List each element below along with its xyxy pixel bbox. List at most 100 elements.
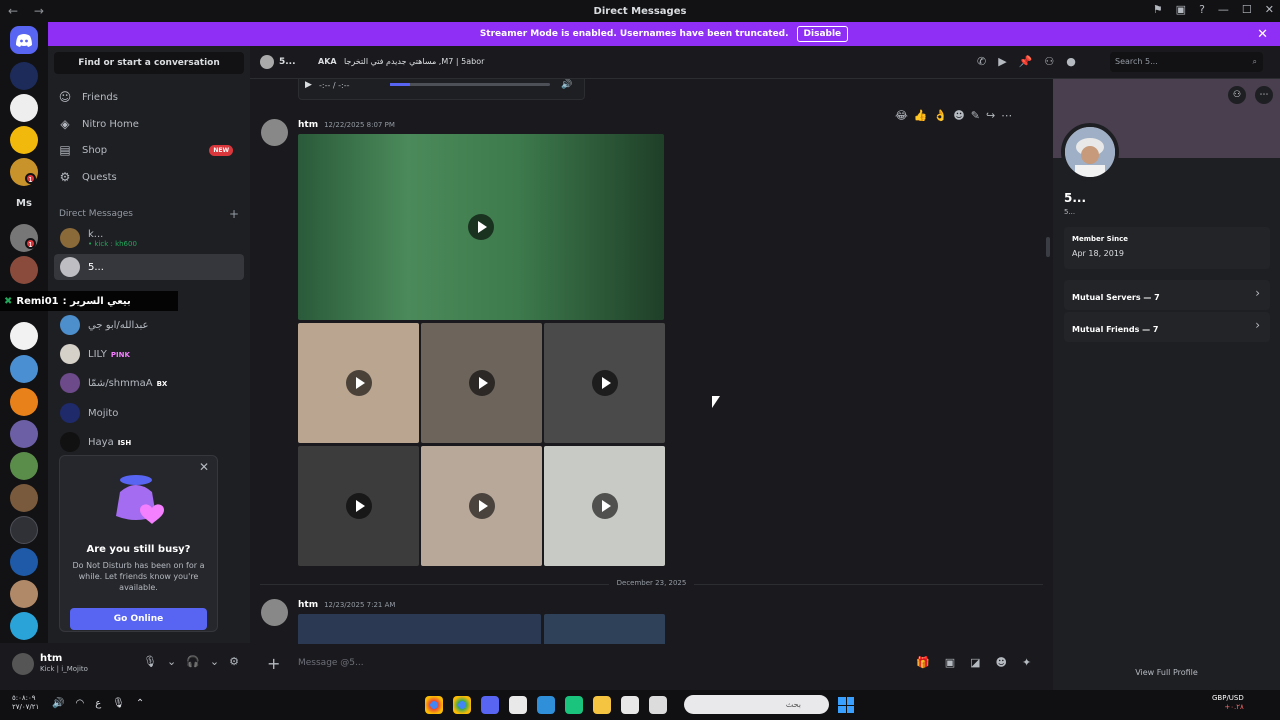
file-explorer-icon[interactable] xyxy=(593,696,611,714)
dm-item[interactable]: k... • kick : kh600 xyxy=(54,225,244,251)
help-icon[interactable]: ? xyxy=(1199,3,1205,16)
message-input[interactable]: Message @5... xyxy=(298,658,364,668)
go-online-button[interactable]: Go Online xyxy=(70,608,207,630)
dm-item[interactable]: Haya ISH xyxy=(54,429,244,455)
dm-item[interactable]: شمّا/shmmaA BX xyxy=(54,370,244,396)
close-banner-icon[interactable]: ✕ xyxy=(1257,27,1268,42)
mutual-servers-row[interactable]: Mutual Servers — 7 › xyxy=(1064,280,1270,310)
server-icon[interactable] xyxy=(10,126,38,154)
sticker-icon[interactable]: ◪ xyxy=(970,656,980,669)
add-reaction-icon[interactable]: ☻ xyxy=(953,109,964,122)
user-profile-icon[interactable]: ● xyxy=(1066,55,1076,68)
play-icon[interactable]: ▶ xyxy=(305,80,312,90)
apps-icon[interactable]: ✦ xyxy=(1022,656,1031,669)
video-attachment[interactable] xyxy=(421,446,542,566)
nav-quests[interactable]: ⚙ Quests xyxy=(58,165,117,189)
server-icon[interactable] xyxy=(10,62,38,90)
dm-item[interactable]: Mojito xyxy=(54,400,244,426)
server-icon[interactable] xyxy=(10,612,38,640)
chrome-app-icon[interactable] xyxy=(425,696,443,714)
volume-icon[interactable]: 🔊 xyxy=(52,698,64,709)
clock[interactable]: ٥:٠٨:٠٩ ٢٧/٠٧/٢١ xyxy=(12,694,39,712)
video-attachment[interactable] xyxy=(298,446,419,566)
server-icon[interactable] xyxy=(10,256,38,284)
author[interactable]: htm xyxy=(298,120,318,130)
fx-widget[interactable]: GBP/USD +٠.٢٨ xyxy=(1212,694,1244,712)
add-friends-icon[interactable]: ⚇ xyxy=(1044,55,1054,68)
pin-icon[interactable]: 📌 xyxy=(1019,55,1033,68)
reaction-icon[interactable]: 😂 xyxy=(895,109,908,122)
close-window-button[interactable]: ✕ xyxy=(1265,3,1274,16)
server-icon[interactable] xyxy=(10,388,38,416)
inbox-flag-icon[interactable]: ⚑ xyxy=(1153,3,1163,16)
app-icon[interactable] xyxy=(649,696,667,714)
server-icon[interactable] xyxy=(10,322,38,350)
more-icon[interactable]: ⋯ xyxy=(1001,109,1012,122)
more-icon[interactable]: ⋯ xyxy=(1255,86,1273,104)
video-attachment[interactable] xyxy=(298,134,664,320)
mutual-friends-row[interactable]: Mutual Friends — 7 › xyxy=(1064,312,1270,342)
forward-icon[interactable]: ↪ xyxy=(986,109,995,122)
taskbar-search[interactable]: بحث xyxy=(684,695,829,714)
attach-plus-icon[interactable]: + xyxy=(267,654,280,673)
chevron-up-icon[interactable]: ⌃ xyxy=(136,698,144,709)
headphones-icon[interactable]: 🎧 xyxy=(186,655,200,668)
app-icon[interactable] xyxy=(565,696,583,714)
server-ms[interactable]: Ms xyxy=(10,190,38,218)
nav-shop[interactable]: ▤ Shop NEW xyxy=(58,138,234,162)
server-icon[interactable] xyxy=(10,580,38,608)
gift-icon[interactable]: 🎁 xyxy=(916,656,930,669)
server-icon[interactable] xyxy=(10,484,38,512)
language-indicator[interactable]: ع xyxy=(95,698,101,709)
disable-streamer-button[interactable]: Disable xyxy=(796,26,849,42)
phone-call-icon[interactable]: ✆ xyxy=(977,55,986,68)
search-input[interactable]: Search 5... ⌕ xyxy=(1110,52,1263,72)
server-icon[interactable] xyxy=(10,452,38,480)
microphone-icon[interactable]: 🎙 xyxy=(112,698,125,709)
create-dm-icon[interactable]: + xyxy=(229,207,239,221)
emoji-icon[interactable]: ☻ xyxy=(996,656,1007,669)
dm-item[interactable]: LILY PINK xyxy=(54,341,244,367)
audio-progress[interactable] xyxy=(390,83,550,86)
chat-scrollbar[interactable] xyxy=(1046,237,1050,257)
nav-friends[interactable]: ☺ Friends xyxy=(58,85,118,109)
video-call-icon[interactable]: ▶ xyxy=(998,55,1006,68)
dm-item-selected[interactable]: 5... xyxy=(54,254,244,280)
chevron-down-icon[interactable]: ⌄ xyxy=(210,655,219,668)
server-icon[interactable] xyxy=(10,420,38,448)
profile-avatar[interactable] xyxy=(1061,123,1119,181)
video-attachment[interactable] xyxy=(421,323,542,443)
reaction-icon[interactable]: 👍 xyxy=(914,109,928,122)
wifi-icon[interactable]: ◠ xyxy=(75,698,84,709)
store-app-icon[interactable] xyxy=(621,696,639,714)
video-attachment[interactable] xyxy=(298,614,541,644)
reaction-icon[interactable]: 👌 xyxy=(934,109,948,122)
avatar[interactable] xyxy=(261,599,288,626)
microphone-icon[interactable]: 🎙 xyxy=(143,655,157,668)
minimize-button[interactable]: — xyxy=(1218,3,1229,16)
nav-nitro-home[interactable]: ◈ Nitro Home xyxy=(58,112,139,136)
close-icon[interactable]: ✕ xyxy=(199,460,209,474)
discord-home-button[interactable] xyxy=(10,26,38,54)
avatar[interactable] xyxy=(261,119,288,146)
app-icon[interactable] xyxy=(509,696,527,714)
video-attachment[interactable] xyxy=(544,323,665,443)
dm-item[interactable]: عبدالله/ابو جي xyxy=(54,312,244,338)
gif-icon[interactable]: ▣ xyxy=(945,656,955,669)
chevron-down-icon[interactable]: ⌄ xyxy=(167,655,176,668)
maximize-button[interactable]: ☐ xyxy=(1242,3,1252,16)
server-icon[interactable] xyxy=(10,516,38,544)
discord-app-icon[interactable] xyxy=(481,696,499,714)
find-conversation-button[interactable]: Find or start a conversation xyxy=(54,52,244,74)
inbox-icon[interactable]: ▣ xyxy=(1176,3,1186,16)
edit-icon[interactable]: ✎ xyxy=(971,109,980,122)
author[interactable]: htm xyxy=(298,600,318,610)
server-icon[interactable] xyxy=(10,355,38,383)
view-full-profile-link[interactable]: View Full Profile xyxy=(1053,668,1280,677)
avatar[interactable] xyxy=(12,653,34,675)
settings-gear-icon[interactable]: ⚙ xyxy=(229,655,239,668)
app-icon[interactable] xyxy=(537,696,555,714)
server-icon[interactable] xyxy=(10,94,38,122)
volume-icon[interactable]: 🔊 xyxy=(561,80,572,90)
chrome-app-icon[interactable] xyxy=(453,696,471,714)
